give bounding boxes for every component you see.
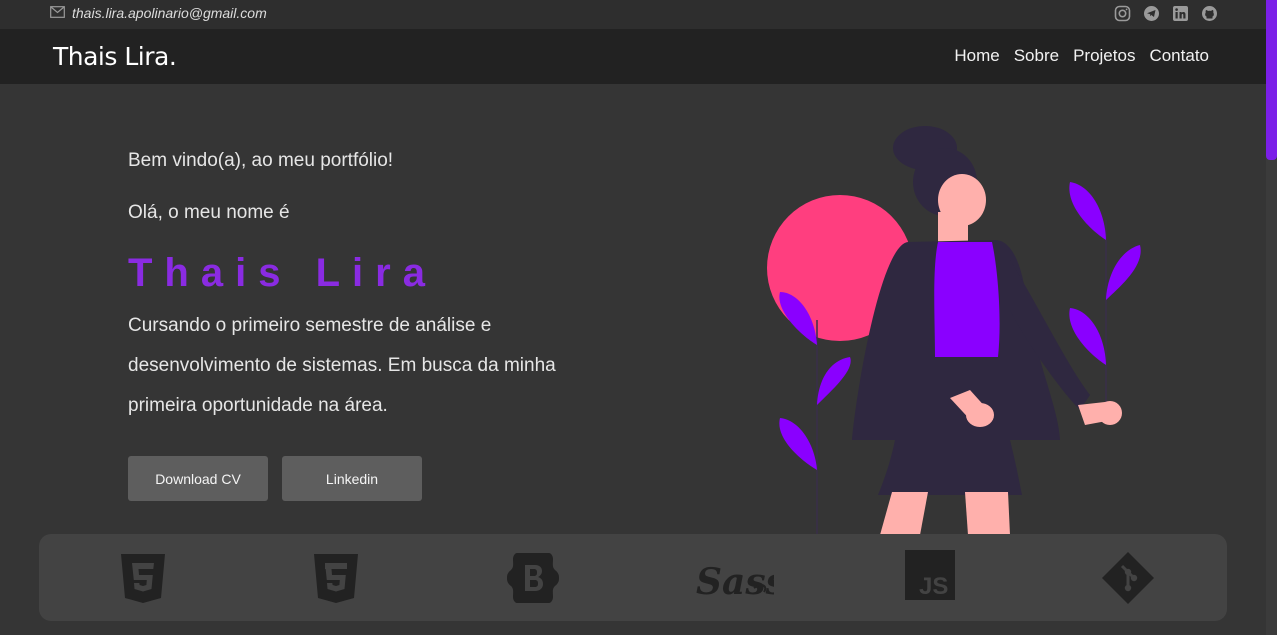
welcome-text: Bem vindo(a), ao meu portfólio! xyxy=(128,150,394,171)
navbar: Thais Lira. Home Sobre Projetos Contato xyxy=(0,29,1266,84)
telegram-icon[interactable] xyxy=(1143,5,1160,22)
download-cv-button[interactable]: Download CV xyxy=(128,456,268,501)
hero-description: Cursando o primeiro semestre de análise … xyxy=(128,315,556,416)
main-nav: Home Sobre Projetos Contato xyxy=(954,46,1209,66)
html5-icon xyxy=(115,550,171,606)
instagram-icon[interactable] xyxy=(1114,5,1131,22)
javascript-icon: JS xyxy=(905,550,955,606)
hero-name: Thais Lira xyxy=(128,251,437,295)
svg-text:Sass: Sass xyxy=(696,561,774,603)
bootstrap-icon xyxy=(503,550,559,606)
nav-link-projetos[interactable]: Projetos xyxy=(1073,46,1135,66)
github-icon[interactable] xyxy=(1201,5,1218,22)
css3-icon xyxy=(308,550,364,606)
linkedin-button[interactable]: Linkedin xyxy=(282,456,422,501)
svg-text:JS: JS xyxy=(919,573,948,600)
mail-icon xyxy=(50,5,65,21)
nav-link-contato[interactable]: Contato xyxy=(1149,46,1209,66)
scrollbar-thumb[interactable] xyxy=(1266,0,1277,160)
skills-bar: Sass JS xyxy=(39,534,1227,621)
linkedin-icon[interactable] xyxy=(1172,5,1189,22)
email-text: thais.lira.apolinario@gmail.com xyxy=(72,5,267,21)
page-scrollbar[interactable] xyxy=(1266,0,1277,635)
social-links xyxy=(1114,5,1218,22)
nav-link-home[interactable]: Home xyxy=(954,46,999,66)
greeting-text: Olá, o meu nome é xyxy=(128,202,290,223)
git-icon xyxy=(1100,550,1156,606)
sass-icon: Sass xyxy=(694,550,786,606)
hero-illustration xyxy=(760,120,1160,535)
nav-link-sobre[interactable]: Sobre xyxy=(1014,46,1059,66)
contact-email[interactable]: thais.lira.apolinario@gmail.com xyxy=(50,5,267,21)
hero-section: Bem vindo(a), ao meu portfólio! Olá, o m… xyxy=(128,150,608,501)
hero-buttons: Download CV Linkedin xyxy=(128,456,608,501)
brand-logo[interactable]: Thais Lira. xyxy=(53,42,177,71)
top-info-bar: thais.lira.apolinario@gmail.com xyxy=(0,0,1266,29)
